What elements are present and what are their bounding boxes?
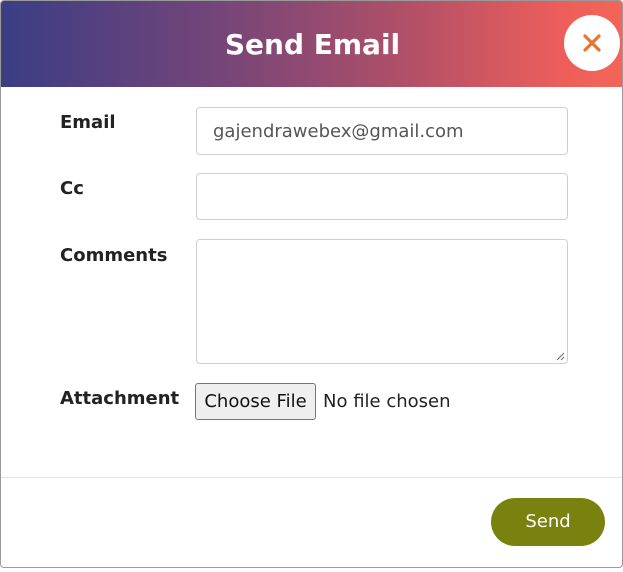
comments-textarea[interactable]	[196, 239, 568, 364]
email-label: Email	[60, 112, 116, 133]
send-button[interactable]: Send	[491, 498, 605, 546]
attachment-label: Attachment	[60, 388, 180, 409]
modal-title: Send Email	[224, 28, 401, 61]
send-email-modal: Send Email Email gajendrawebex@gmail.com…	[0, 0, 623, 568]
cc-field[interactable]	[196, 173, 568, 220]
modal-header: Send Email	[1, 1, 622, 87]
email-field[interactable]: gajendrawebex@gmail.com	[196, 107, 568, 155]
footer-divider	[1, 477, 622, 478]
comments-label: Comments	[60, 245, 168, 266]
close-button[interactable]	[564, 15, 620, 71]
cc-label: Cc	[60, 178, 84, 199]
file-status-text: No file chosen	[323, 391, 451, 412]
email-value: gajendrawebex@gmail.com	[213, 121, 464, 142]
choose-file-button[interactable]: Choose File	[195, 383, 316, 420]
close-icon	[583, 34, 601, 52]
resize-grip-icon[interactable]	[556, 352, 565, 361]
